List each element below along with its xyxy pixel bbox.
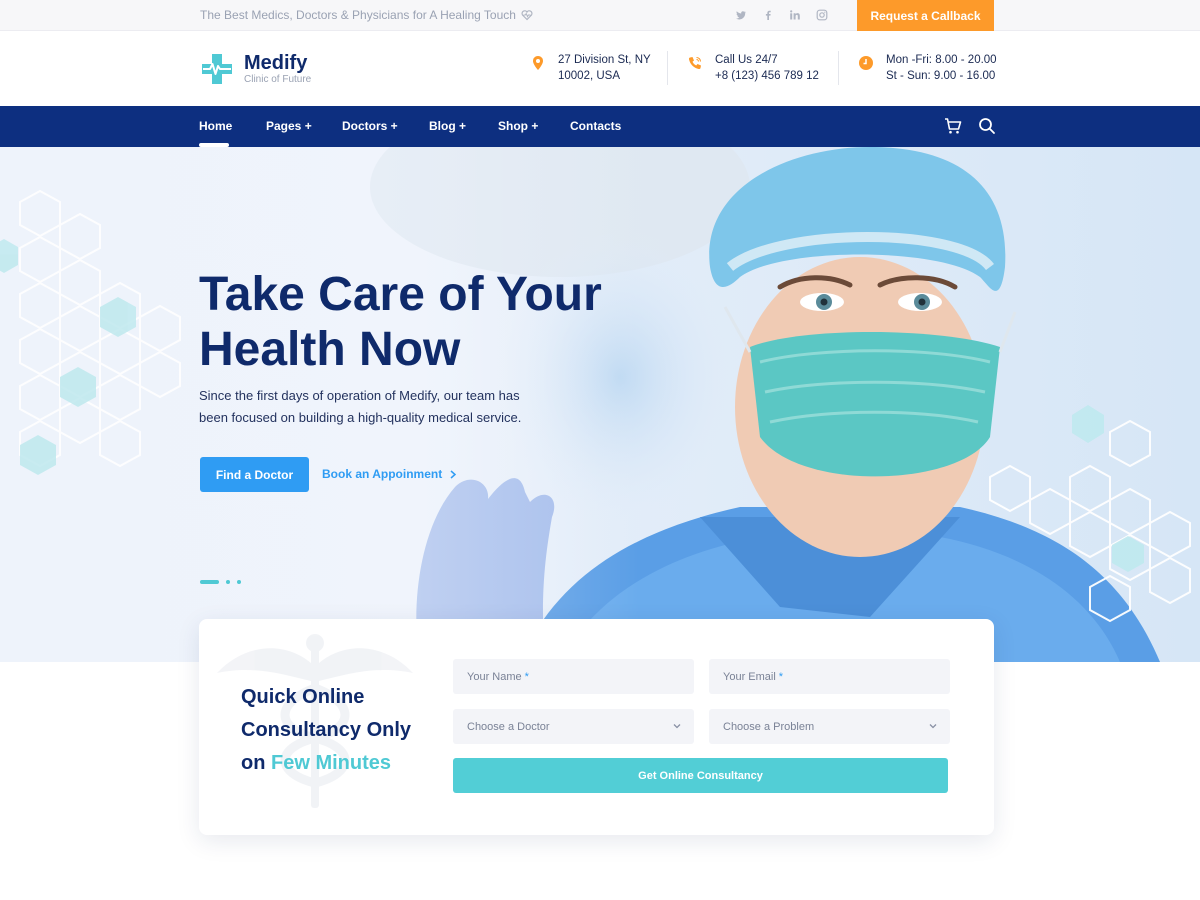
hero-background-illustration xyxy=(0,147,1191,662)
nav-item-pages[interactable]: Pages + xyxy=(266,119,312,133)
hero-description: Since the first days of operation of Med… xyxy=(199,388,522,425)
nav-item-home[interactable]: Home xyxy=(199,119,232,133)
nav-item-shop[interactable]: Shop + xyxy=(498,119,538,133)
book-appointment-label: Book an Appoinment xyxy=(322,467,443,481)
cart-icon[interactable] xyxy=(944,117,962,135)
social-links xyxy=(734,7,828,23)
hero-title-line-2: Health Now xyxy=(199,323,461,376)
chevron-right-icon xyxy=(450,469,457,479)
address-info: 27 Division St, NY 10002, USA xyxy=(530,52,651,84)
email-input[interactable]: Your Email * xyxy=(709,659,950,694)
phone-info: Call Us 24/7 +8 (123) 456 789 12 xyxy=(687,52,819,84)
nav-item-contacts[interactable]: Contacts xyxy=(570,119,621,133)
map-pin-icon xyxy=(533,56,543,70)
chevron-down-icon xyxy=(929,724,937,729)
heart-pulse-icon xyxy=(521,10,533,21)
phone-icon xyxy=(688,56,702,70)
clock-icon xyxy=(859,56,873,70)
nav-item-blog[interactable]: Blog + xyxy=(429,119,466,133)
slider-dot[interactable] xyxy=(237,580,241,584)
required-mark: * xyxy=(524,670,529,683)
hours-weekday: Mon -Fri: 8.00 - 20.00 xyxy=(886,54,997,66)
slider-pagination xyxy=(200,580,241,584)
consultancy-title-line-1: Quick Online xyxy=(241,686,365,708)
required-mark: * xyxy=(778,670,784,683)
name-input[interactable]: Your Name * xyxy=(453,659,694,694)
hero-title: Take Care of Your Health Now xyxy=(199,267,639,377)
book-appointment-link[interactable]: Book an Appoinment xyxy=(322,467,457,481)
facebook-icon[interactable] xyxy=(761,7,774,23)
find-doctor-button[interactable]: Find a Doctor xyxy=(200,457,309,492)
header-divider xyxy=(667,51,668,85)
name-placeholder: Your Name xyxy=(467,670,522,683)
tagline: The Best Medics, Doctors & Physicians fo… xyxy=(200,8,533,22)
chevron-down-icon xyxy=(673,724,681,729)
get-consultancy-button[interactable]: Get Online Consultancy xyxy=(453,758,948,793)
request-callback-button[interactable]: Request a Callback xyxy=(857,0,994,31)
hours-info: Mon -Fri: 8.00 - 20.00 St - Sun: 9.00 - … xyxy=(858,52,997,84)
consultancy-title-accent: Few Minutes xyxy=(271,752,392,774)
brand-tagline: Clinic of Future xyxy=(244,74,312,85)
linkedin-icon[interactable] xyxy=(788,7,801,23)
email-placeholder: Your Email xyxy=(723,670,776,683)
brand-name: Medify xyxy=(244,52,308,74)
problem-select-value: Choose a Problem xyxy=(723,720,815,733)
medical-cross-logo-icon xyxy=(202,54,232,84)
top-bar: The Best Medics, Doctors & Physicians fo… xyxy=(0,0,1200,31)
consultancy-title: Quick Online Consultancy Only on Few Min… xyxy=(241,681,431,780)
consultancy-title-line-2: Consultancy Only xyxy=(241,719,412,741)
address-line-2: 10002, USA xyxy=(558,70,621,82)
site-header: Medify Clinic of Future 27 Division St, … xyxy=(0,31,1200,106)
consultancy-title-on: on xyxy=(241,752,266,774)
online-consultancy-card: Quick Online Consultancy Only on Few Min… xyxy=(199,619,994,835)
hero-title-line-1: Take Care of Your xyxy=(199,268,602,321)
problem-select[interactable]: Choose a Problem xyxy=(709,709,950,744)
doctor-select-value: Choose a Doctor xyxy=(467,720,550,733)
phone-label: Call Us 24/7 xyxy=(715,54,778,66)
nav-item-doctors[interactable]: Doctors + xyxy=(342,119,398,133)
doctor-select[interactable]: Choose a Doctor xyxy=(453,709,694,744)
hours-weekend: St - Sun: 9.00 - 16.00 xyxy=(886,70,996,82)
slider-dot[interactable] xyxy=(226,580,230,584)
tagline-text: The Best Medics, Doctors & Physicians fo… xyxy=(200,8,516,22)
main-nav: Home Pages + Doctors + Blog + Shop + Con… xyxy=(0,106,1200,147)
logo[interactable]: Medify Clinic of Future xyxy=(200,52,311,86)
twitter-icon[interactable] xyxy=(734,7,747,23)
hero-banner: Take Care of Your Health Now Since the f… xyxy=(0,147,1200,662)
slider-dot[interactable] xyxy=(200,580,219,584)
consultancy-title-line-3: on Few Minutes xyxy=(241,747,431,780)
search-icon[interactable] xyxy=(978,117,996,135)
address-line-1: 27 Division St, NY xyxy=(558,54,651,66)
instagram-icon[interactable] xyxy=(815,7,828,23)
header-divider xyxy=(838,51,839,85)
phone-number[interactable]: +8 (123) 456 789 12 xyxy=(715,68,819,84)
